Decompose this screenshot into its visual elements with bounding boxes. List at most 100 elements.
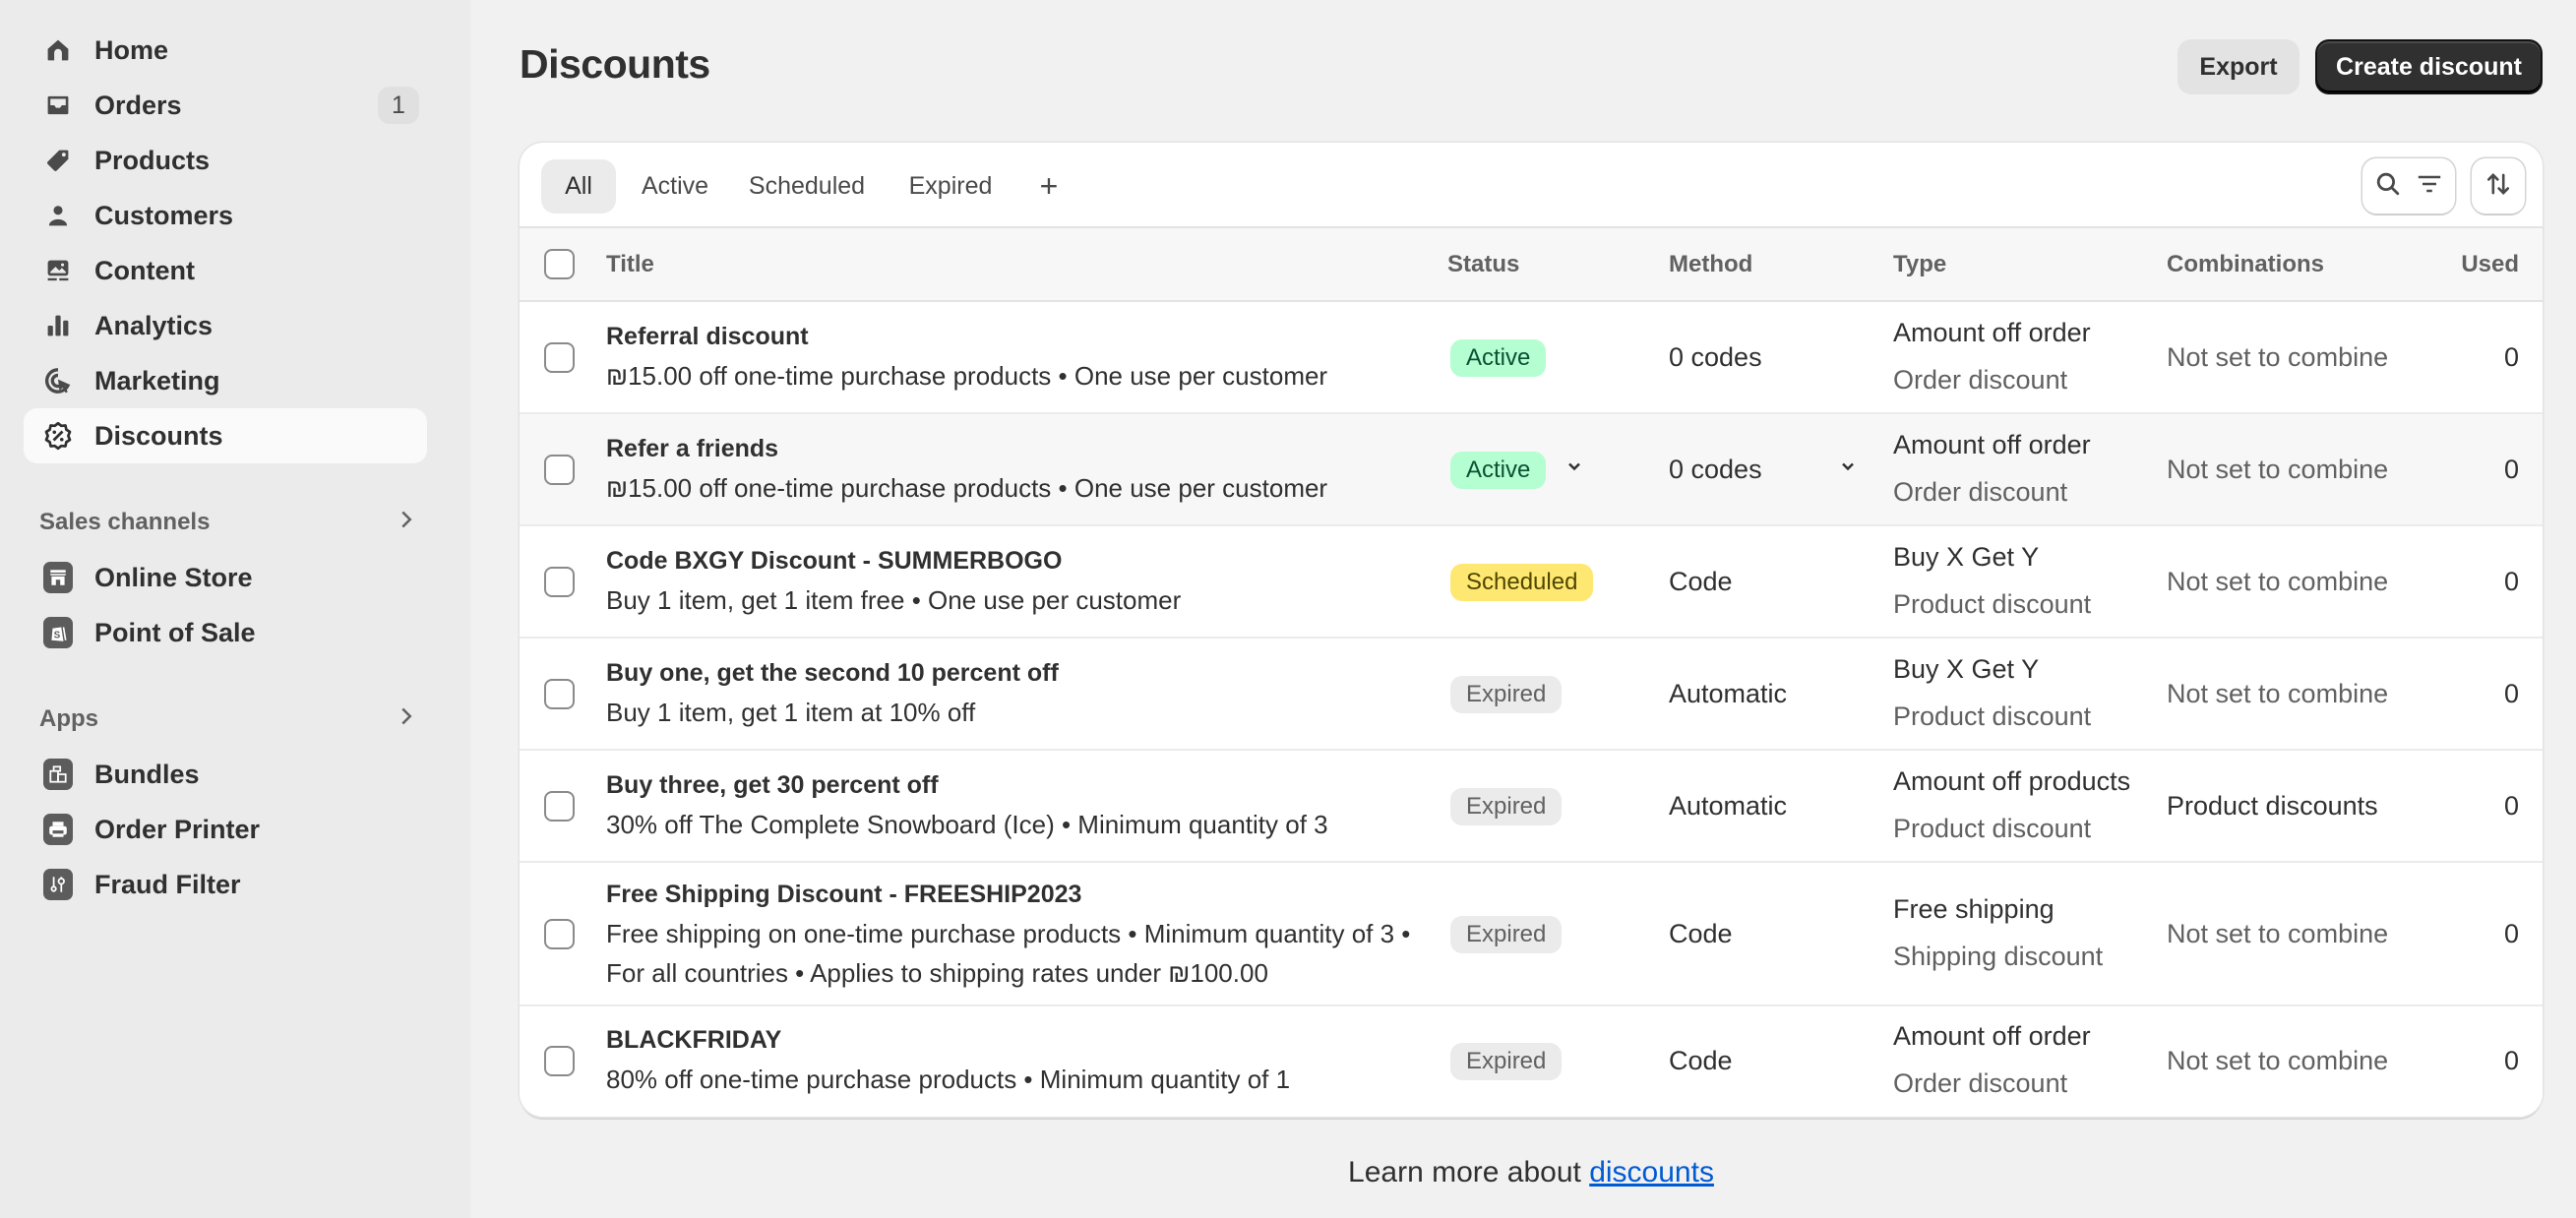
row-checkbox[interactable] [544, 919, 575, 949]
search-filter-button[interactable] [2362, 158, 2455, 213]
bar-chart-icon [43, 312, 73, 339]
row-checkbox[interactable] [544, 342, 575, 373]
used-count: 0 [2503, 679, 2519, 708]
sidebar-item-label: Bundles [94, 759, 200, 789]
sidebar-item-label: Products [94, 145, 211, 175]
status-badge: Expired [1450, 1043, 1563, 1080]
inbox-icon [43, 91, 73, 119]
discount-summary: Free shipping on one-time purchase produ… [606, 919, 1411, 988]
discounts-help-link[interactable]: discounts [1589, 1156, 1714, 1188]
discount-title-cell[interactable]: Refer a friends ₪15.00 off one-time purch… [606, 429, 1413, 508]
sidebar-item-bundles[interactable]: Bundles [24, 747, 427, 802]
column-header-status[interactable]: Status [1447, 251, 1519, 278]
sidebar-item-content[interactable]: Content [24, 243, 427, 298]
sidebar-item-customers[interactable]: Customers [24, 188, 427, 243]
export-button[interactable]: Export [2177, 39, 2300, 94]
type-cell: Amount off order Order discount [1893, 1012, 2091, 1107]
discount-title-cell[interactable]: Referral discount ₪15.00 off one-time pur… [606, 317, 1413, 396]
table-row[interactable]: Buy one, get the second 10 percent off Bu… [520, 639, 2543, 751]
sidebar-item-home[interactable]: Home [24, 23, 427, 78]
tab-scheduled[interactable]: Scheduled [734, 159, 880, 213]
discount-class: Order discount [1893, 365, 2068, 395]
apps-heading[interactable]: Apps [39, 700, 413, 739]
sidebar-item-label: Online Store [94, 562, 253, 592]
column-header-type[interactable]: Type [1893, 251, 1946, 278]
create-discount-button[interactable]: Create discount [2315, 39, 2543, 94]
sidebar-item-orders[interactable]: Orders 1 [24, 78, 427, 133]
row-checkbox[interactable] [544, 455, 575, 485]
select-all-checkbox[interactable] [544, 249, 575, 279]
chevron-down-icon[interactable] [1838, 457, 1858, 482]
learn-more-text: Learn more about [1348, 1156, 1590, 1188]
column-header-used[interactable]: Used [2461, 251, 2519, 278]
column-header-combinations[interactable]: Combinations [2167, 251, 2324, 278]
image-icon [43, 257, 73, 284]
table-row[interactable]: Buy three, get 30 percent off 30% off The… [520, 751, 2543, 863]
discount-class: Order discount [1893, 1068, 2068, 1098]
method-value: Code [1669, 919, 1733, 948]
sidebar-item-label: Order Printer [94, 814, 261, 844]
sidebar-item-label: Customers [94, 200, 234, 230]
tab-all[interactable]: All [541, 159, 616, 213]
learn-more-footer: Learn more about discounts [520, 1156, 2543, 1189]
add-view-button[interactable]: + [1021, 159, 1076, 213]
sidebar-item-order-printer[interactable]: Order Printer [24, 802, 427, 857]
discount-class: Shipping discount [1893, 942, 2104, 971]
type-cell: Amount off order Order discount [1893, 309, 2091, 403]
discounts-table-card: All Active Scheduled Expired + Title Sta… [520, 143, 2543, 1117]
sidebar-item-products[interactable]: Products [24, 133, 427, 188]
discount-summary: ₪15.00 off one-time purchase products • … [606, 361, 1328, 391]
discount-title: Free Shipping Discount - FREESHIP2023 [606, 881, 1082, 908]
sales-channels-heading[interactable]: Sales channels [39, 503, 413, 542]
column-header-title[interactable]: Title [606, 251, 654, 278]
bundles-icon [43, 759, 73, 790]
plus-icon: + [1039, 168, 1059, 204]
discount-title-cell[interactable]: BLACKFRIDAY 80% off one-time purchase pro… [606, 1020, 1413, 1099]
row-checkbox[interactable] [544, 791, 575, 822]
discount-title: Buy three, get 30 percent off [606, 771, 939, 799]
discount-title: Refer a friends [606, 435, 779, 462]
row-checkbox[interactable] [544, 679, 575, 709]
discount-type: Buy X Get Y [1893, 654, 2040, 684]
used-count: 0 [2503, 919, 2519, 948]
row-checkbox[interactable] [544, 1046, 575, 1076]
status-badge: Expired [1450, 788, 1563, 825]
table-row[interactable]: Free Shipping Discount - FREESHIP2023 Fre… [520, 863, 2543, 1006]
sidebar-item-discounts[interactable]: Discounts [24, 408, 427, 463]
discount-title-cell[interactable]: Free Shipping Discount - FREESHIP2023 Fre… [606, 875, 1413, 993]
tab-active[interactable]: Active [630, 159, 720, 213]
sort-button[interactable] [2472, 158, 2525, 213]
combinations-value: Not set to combine [2167, 342, 2389, 372]
sidebar-item-online-store[interactable]: Online Store [24, 550, 427, 605]
discount-title-cell[interactable]: Code BXGY Discount - SUMMERBOGO Buy 1 ite… [606, 541, 1413, 620]
method-value: Automatic [1669, 679, 1788, 708]
tab-expired[interactable]: Expired [893, 159, 1008, 213]
discount-title-cell[interactable]: Buy one, get the second 10 percent off Bu… [606, 653, 1413, 732]
sidebar-item-fraud-filter[interactable]: Fraud Filter [24, 857, 427, 912]
type-cell: Buy X Get Y Product discount [1893, 645, 2091, 740]
chevron-right-icon [399, 705, 413, 733]
sidebar-item-point-of-sale[interactable]: S Point of Sale [24, 605, 427, 660]
filter-tabs: All Active Scheduled Expired + [520, 143, 2543, 228]
table-row[interactable]: Referral discount ₪15.00 off one-time pur… [520, 302, 2543, 414]
chevron-down-icon[interactable] [1564, 457, 1584, 482]
discount-icon [43, 421, 73, 451]
svg-text:S: S [54, 631, 61, 641]
row-checkbox[interactable] [544, 567, 575, 597]
filter-icon [2416, 172, 2443, 201]
table-row[interactable]: Code BXGY Discount - SUMMERBOGO Buy 1 ite… [520, 526, 2543, 639]
table-row[interactable]: BLACKFRIDAY 80% off one-time purchase pro… [520, 1006, 2543, 1117]
sidebar-item-analytics[interactable]: Analytics [24, 298, 427, 353]
discount-title-cell[interactable]: Buy three, get 30 percent off 30% off The… [606, 765, 1413, 844]
sidebar-item-label: Point of Sale [94, 617, 256, 647]
table-row[interactable]: Refer a friends ₪15.00 off one-time purch… [520, 414, 2543, 526]
method-value: Code [1669, 1046, 1733, 1075]
person-icon [43, 202, 73, 229]
used-count: 0 [2503, 791, 2519, 821]
orders-count-badge: 1 [378, 87, 419, 124]
sidebar-item-marketing[interactable]: Marketing [24, 353, 427, 408]
discount-type: Amount off order [1893, 1021, 2091, 1051]
column-header-method[interactable]: Method [1669, 251, 1752, 278]
discount-title: Buy one, get the second 10 percent off [606, 659, 1059, 687]
status-badge: Active [1450, 339, 1547, 377]
